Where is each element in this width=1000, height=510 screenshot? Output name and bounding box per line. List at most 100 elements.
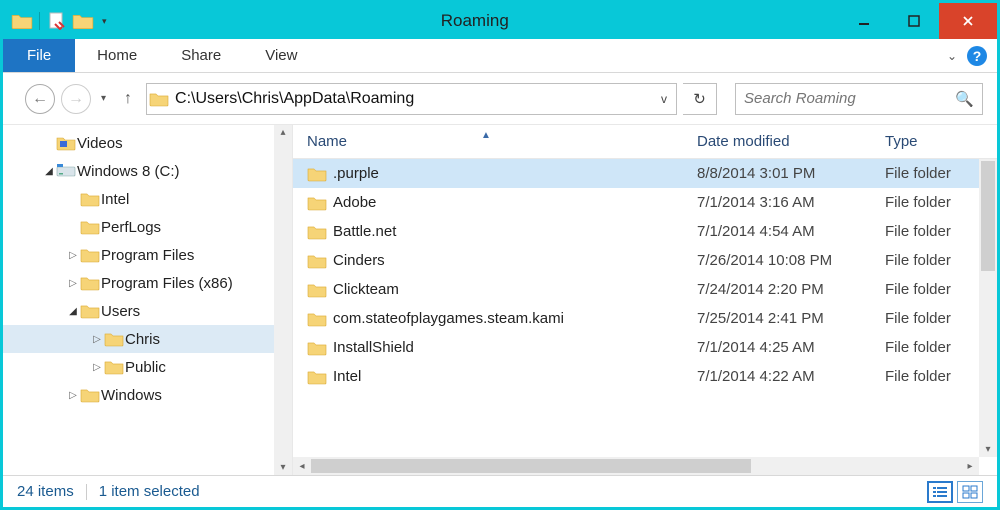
file-tab[interactable]: File [3, 39, 75, 72]
row-name: com.stateofplaygames.steam.kami [333, 310, 697, 327]
tree-item-label: PerfLogs [101, 219, 161, 236]
address-input[interactable] [171, 90, 652, 108]
navigation-tree[interactable]: Videos◢Windows 8 (C:) Intel PerfLogs ▷Progr… [3, 125, 293, 475]
ribbon-expand-icon[interactable]: ⌄ [947, 49, 957, 63]
row-name: Clickteam [333, 281, 697, 298]
tree-item[interactable]: ▷Public [3, 353, 292, 381]
qat-properties-icon[interactable] [46, 12, 68, 30]
folder-icon [307, 166, 333, 182]
qat-dropdown[interactable]: ▾ [98, 16, 111, 27]
view-toggle [927, 481, 983, 503]
list-horizontal-scrollbar[interactable]: ◂▸ [293, 457, 979, 475]
tree-item[interactable]: ◢Windows 8 (C:) [3, 157, 292, 185]
column-headers[interactable]: Name▲ Date modified Type [293, 125, 997, 159]
tree-item-label: Intel [101, 191, 129, 208]
search-box[interactable]: 🔍 [735, 83, 983, 115]
table-row[interactable]: Intel7/1/2014 4:22 AMFile folder [293, 362, 997, 391]
tree-item[interactable]: PerfLogs [3, 213, 292, 241]
row-name: Cinders [333, 252, 697, 269]
list-vertical-scrollbar[interactable]: ▴▾ [979, 159, 997, 457]
row-date: 7/1/2014 4:54 AM [697, 223, 885, 240]
tree-item[interactable]: Videos [3, 129, 292, 157]
table-row[interactable]: Cinders7/26/2014 10:08 PMFile folder [293, 246, 997, 275]
close-button[interactable] [939, 3, 997, 39]
column-date[interactable]: Date modified [697, 133, 885, 150]
address-bar[interactable]: v [146, 83, 677, 115]
row-date: 7/1/2014 4:25 AM [697, 339, 885, 356]
table-row[interactable]: Adobe7/1/2014 3:16 AMFile folder [293, 188, 997, 217]
folder-icon [307, 224, 333, 240]
tree-item[interactable]: Intel [3, 185, 292, 213]
folder-icon [307, 369, 333, 385]
search-input[interactable] [744, 90, 955, 107]
tree-item-label: Program Files (x86) [101, 275, 233, 292]
forward-button[interactable]: → [61, 84, 91, 114]
row-name: InstallShield [333, 339, 697, 356]
folder-icon [307, 195, 333, 211]
refresh-button[interactable]: ↻ [683, 83, 717, 115]
help-icon[interactable]: ? [967, 46, 987, 66]
window-title: Roaming [111, 11, 839, 31]
details-view-button[interactable] [927, 481, 953, 503]
tree-item[interactable]: ◢Users [3, 297, 292, 325]
tree-item[interactable]: ▷Chris [3, 325, 292, 353]
navigation-bar: ← → ▾ ↑ v ↻ 🔍 [3, 73, 997, 125]
row-date: 7/1/2014 3:16 AM [697, 194, 885, 211]
row-name: Battle.net [333, 223, 697, 240]
tree-scrollbar[interactable]: ▴▾ [274, 125, 292, 475]
window-controls [839, 3, 997, 39]
folder-icon [307, 253, 333, 269]
row-name: Intel [333, 368, 697, 385]
status-item-count: 24 items [17, 483, 74, 500]
table-row[interactable]: Battle.net7/1/2014 4:54 AMFile folder [293, 217, 997, 246]
folder-icon [307, 340, 333, 356]
column-name[interactable]: Name▲ [307, 133, 697, 150]
folder-icon [79, 275, 101, 291]
address-folder-icon [147, 91, 171, 107]
thumbnails-view-button[interactable] [957, 481, 983, 503]
folder-icon [79, 387, 101, 403]
videos-icon [55, 135, 77, 151]
back-button[interactable]: ← [25, 84, 55, 114]
table-row[interactable]: Clickteam7/24/2014 2:20 PMFile folder [293, 275, 997, 304]
tree-item[interactable]: ▷Program Files (x86) [3, 269, 292, 297]
folder-icon [103, 359, 125, 375]
folder-icon [307, 282, 333, 298]
table-row[interactable]: com.stateofplaygames.steam.kami7/25/2014… [293, 304, 997, 333]
column-type[interactable]: Type [885, 133, 997, 150]
file-pane: Name▲ Date modified Type .purple8/8/2014… [293, 125, 997, 475]
row-date: 7/26/2014 10:08 PM [697, 252, 885, 269]
quick-access-toolbar: ▾ [3, 12, 111, 30]
up-button[interactable]: ↑ [116, 90, 140, 108]
qat-separator [39, 12, 40, 30]
qat-newfolder-icon[interactable] [72, 12, 94, 30]
row-date: 8/8/2014 3:01 PM [697, 165, 885, 182]
status-bar: 24 items 1 item selected [3, 475, 997, 507]
tab-home[interactable]: Home [75, 39, 159, 72]
folder-icon [79, 191, 101, 207]
sort-indicator-icon: ▲ [481, 130, 491, 141]
folder-icon [103, 331, 125, 347]
table-row[interactable]: .purple8/8/2014 3:01 PMFile folder [293, 159, 997, 188]
tab-share[interactable]: Share [159, 39, 243, 72]
drive-icon [55, 163, 77, 179]
row-date: 7/25/2014 2:41 PM [697, 310, 885, 327]
maximize-button[interactable] [889, 3, 939, 39]
minimize-button[interactable] [839, 3, 889, 39]
tree-item[interactable]: ▷Windows [3, 381, 292, 409]
row-name: .purple [333, 165, 697, 182]
row-date: 7/1/2014 4:22 AM [697, 368, 885, 385]
tree-item-label: Windows [101, 387, 162, 404]
tree-item[interactable]: ▷Program Files [3, 241, 292, 269]
address-dropdown-icon[interactable]: v [652, 92, 676, 106]
window-icon[interactable] [11, 12, 33, 30]
table-row[interactable]: InstallShield7/1/2014 4:25 AMFile folder [293, 333, 997, 362]
tree-item-label: Windows 8 (C:) [77, 163, 180, 180]
search-icon: 🔍 [955, 90, 974, 108]
file-list[interactable]: .purple8/8/2014 3:01 PMFile folderAdobe7… [293, 159, 997, 475]
folder-icon [79, 219, 101, 235]
history-dropdown[interactable]: ▾ [97, 93, 110, 104]
row-date: 7/24/2014 2:20 PM [697, 281, 885, 298]
tab-view[interactable]: View [243, 39, 319, 72]
row-name: Adobe [333, 194, 697, 211]
